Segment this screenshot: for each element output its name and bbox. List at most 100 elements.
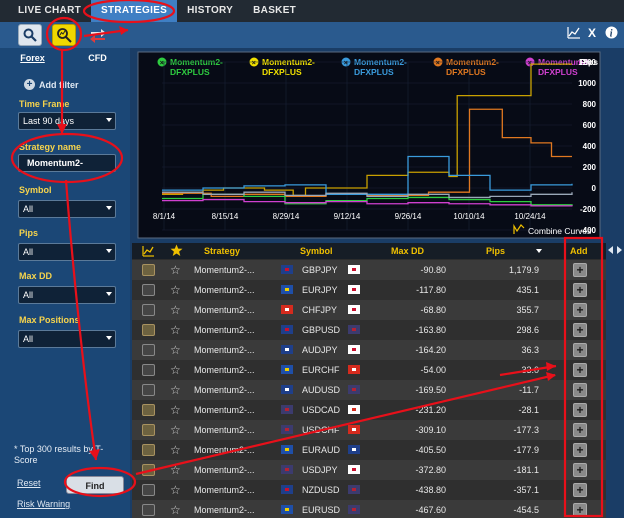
tab-history[interactable]: HISTORY [177, 0, 243, 22]
strategy-name-input[interactable]: Momentum2- [18, 154, 116, 172]
add-button[interactable]: + [573, 383, 587, 397]
x-tick-label: 10/24/14 [514, 212, 546, 221]
table-row[interactable]: ☆ Momentum2-... USDCAD -231.20 -28.1 + [132, 400, 606, 420]
add-button[interactable]: + [573, 283, 587, 297]
tab-cfd[interactable]: CFD [65, 53, 130, 63]
y-tick-label: 400 [583, 142, 597, 151]
select-checkbox[interactable] [142, 384, 155, 396]
strategy-search-button[interactable] [52, 24, 76, 46]
star-icon[interactable]: ☆ [170, 463, 181, 477]
select-checkbox[interactable] [142, 324, 155, 336]
add-button[interactable]: + [573, 263, 587, 277]
legend-label: DFXPLUS [538, 67, 578, 77]
equity-chart-panel: × Momentum2- DFXPLUS × Momentum2- DFXPLUS × Mom… [132, 48, 606, 244]
star-icon[interactable]: ☆ [170, 303, 181, 317]
tab-strategies[interactable]: STRATEGIES [91, 0, 178, 22]
select-checkbox[interactable] [142, 364, 155, 376]
reset-link[interactable]: Reset [17, 478, 41, 488]
risk-warning-link[interactable]: Risk Warning [17, 499, 70, 509]
select-checkbox[interactable] [142, 464, 155, 476]
max-dd-cell: -309.10 [415, 425, 446, 435]
flag-icon [348, 325, 360, 334]
star-icon[interactable]: ☆ [170, 503, 181, 517]
select-checkbox[interactable] [142, 444, 155, 456]
add-button[interactable]: + [573, 303, 587, 317]
max-positions-label: Max Positions [19, 315, 80, 325]
add-button[interactable]: + [573, 503, 587, 517]
select-checkbox[interactable] [142, 484, 155, 496]
add-filter-button[interactable]: + Add filter [24, 79, 79, 90]
star-icon[interactable]: ☆ [170, 323, 181, 337]
tab-live-chart[interactable]: LIVE CHART [0, 0, 91, 22]
star-icon[interactable]: ☆ [170, 383, 181, 397]
pips-cell: 36.3 [521, 345, 539, 355]
header-symbol[interactable]: Symbol [300, 246, 333, 256]
table-row[interactable]: ☆ Momentum2-... EURCHF -54.00 33.0 + [132, 360, 606, 380]
add-button[interactable]: + [573, 403, 587, 417]
resize-arrows-icon[interactable] [608, 246, 622, 254]
star-icon[interactable]: ☆ [170, 263, 181, 277]
search-icon [23, 28, 37, 42]
star-icon[interactable]: ☆ [170, 403, 181, 417]
symbol-cell: USDCHF [302, 425, 340, 435]
table-row[interactable]: ☆ Momentum2-... AUDJPY -164.20 36.3 + [132, 340, 606, 360]
add-button[interactable]: + [573, 323, 587, 337]
find-button[interactable]: Find [66, 476, 124, 494]
star-icon[interactable]: ☆ [170, 283, 181, 297]
plus-icon: + [24, 79, 35, 90]
select-checkbox[interactable] [142, 284, 155, 296]
info-icon[interactable]: i [605, 26, 618, 39]
star-icon[interactable]: ☆ [170, 483, 181, 497]
excel-icon[interactable]: X [587, 26, 599, 39]
table-row[interactable]: ☆ Momentum2-... NZDUSD -438.80 -357.1 + [132, 480, 606, 500]
tab-forex[interactable]: Forex [0, 53, 65, 63]
header-strategy[interactable]: Strategy [204, 246, 240, 256]
add-button[interactable]: + [573, 363, 587, 377]
star-icon[interactable]: ☆ [170, 443, 181, 457]
legend-label: DFXPLUS [170, 67, 210, 77]
add-button[interactable]: + [573, 483, 587, 497]
legend-close-mark: × [436, 60, 440, 67]
search-button[interactable] [18, 24, 42, 46]
pips-select[interactable]: All [18, 243, 116, 261]
top-nav: LIVE CHART STRATEGIES HISTORY BASKET [0, 0, 624, 22]
table-row[interactable]: ☆ Momentum2-... CHFJPY -68.80 355.7 + [132, 300, 606, 320]
max-dd-cell: -54.00 [420, 365, 446, 375]
max-dd-select[interactable]: All [18, 286, 116, 304]
max-dd-value: All [23, 290, 34, 300]
table-row[interactable]: ☆ Momentum2-... AUDUSD -169.50 -11.7 + [132, 380, 606, 400]
star-icon[interactable]: ☆ [170, 343, 181, 357]
header-pips[interactable]: Pips [486, 246, 505, 256]
add-button[interactable]: + [573, 423, 587, 437]
select-checkbox[interactable] [142, 404, 155, 416]
add-button[interactable]: + [573, 443, 587, 457]
star-icon[interactable]: ☆ [170, 423, 181, 437]
tab-basket[interactable]: BASKET [243, 0, 306, 22]
time-frame-select[interactable]: Last 90 days [18, 112, 116, 130]
header-max-dd[interactable]: Max DD [391, 246, 424, 256]
strategy-cell: Momentum2-... [194, 265, 255, 275]
table-row[interactable]: ☆ Momentum2-... GBPJPY -90.80 1,179.9 + [132, 260, 606, 280]
max-dd-cell: -90.80 [420, 265, 446, 275]
table-row[interactable]: ☆ Momentum2-... USDCHF -309.10 -177.3 + [132, 420, 606, 440]
table-row[interactable]: ☆ Momentum2-... EURJPY -117.80 435.1 + [132, 280, 606, 300]
add-button[interactable]: + [573, 463, 587, 477]
chevron-down-icon [106, 292, 112, 296]
x-tick-label: 9/26/14 [395, 212, 422, 221]
table-row[interactable]: ☆ Momentum2-... GBPUSD -163.80 298.6 + [132, 320, 606, 340]
compare-button[interactable] [86, 24, 110, 46]
star-icon[interactable]: ☆ [170, 363, 181, 377]
select-checkbox[interactable] [142, 504, 155, 516]
select-checkbox[interactable] [142, 344, 155, 356]
select-checkbox[interactable] [142, 304, 155, 316]
table-row[interactable]: ☆ Momentum2-... EURUSD -467.60 -454.5 + [132, 500, 606, 518]
symbol-select[interactable]: All [18, 200, 116, 218]
table-row[interactable]: ☆ Momentum2-... USDJPY -372.80 -181.1 + [132, 460, 606, 480]
chart-icon[interactable] [567, 26, 581, 39]
select-checkbox[interactable] [142, 264, 155, 276]
select-checkbox[interactable] [142, 424, 155, 436]
legend-close-mark: × [252, 60, 256, 67]
max-positions-select[interactable]: All [18, 330, 116, 348]
add-button[interactable]: + [573, 343, 587, 357]
table-row[interactable]: ☆ Momentum2-... EURAUD -405.50 -177.9 + [132, 440, 606, 460]
